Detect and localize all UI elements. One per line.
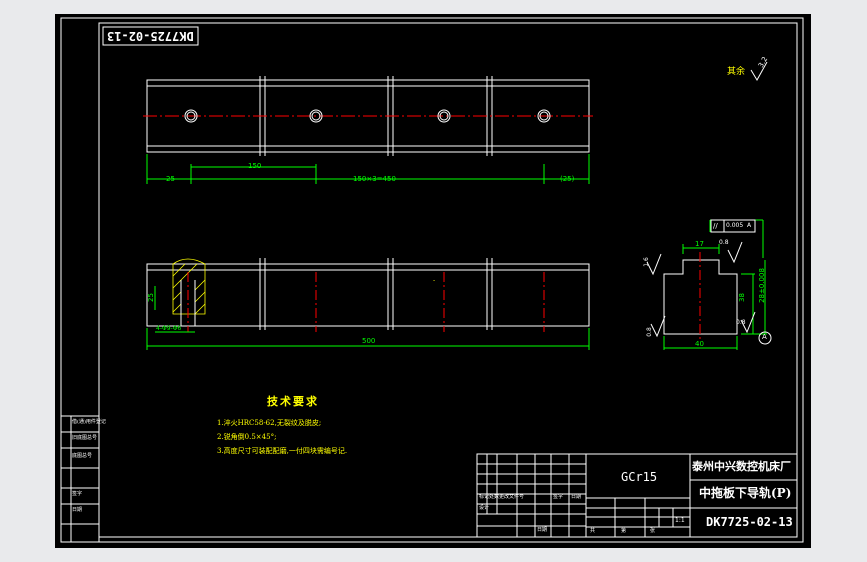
title-drawing-number: DK7725-02-13: [706, 515, 793, 529]
parallelism-symbol: //: [713, 222, 718, 230]
dim-left-25: 25: [166, 175, 175, 183]
dim-total-500: 500: [362, 337, 376, 345]
datum-label: A: [762, 333, 767, 341]
flatness-left: 0.8: [645, 327, 653, 337]
scale-value: 1:1: [675, 517, 685, 524]
strip-label-3: 底图总号: [72, 453, 93, 459]
window-top-band: [0, 0, 867, 14]
front-view-hatch: [172, 258, 206, 315]
front-view: [146, 263, 590, 327]
front-view-breaks: [259, 258, 493, 330]
dim-slot-17: 17: [695, 240, 704, 248]
strip-label-1: 借(通)用件登记: [72, 419, 106, 425]
tb-cell-count: 处数: [489, 494, 500, 500]
dim-pitch-chain: 150×3=450: [353, 175, 396, 183]
tb-cell-sign: 签字: [553, 494, 564, 500]
parallelism-datum: A: [747, 222, 752, 229]
part-name: 中拖板下导轨(P): [699, 486, 792, 500]
material: GCr15: [621, 470, 658, 484]
chamfer-right: 0.8: [719, 239, 729, 246]
company-name: 泰州中兴数控机床厂: [692, 460, 791, 473]
tech-note-3: 3.高度尺寸可装配配磨,一付四块需编号记.: [217, 447, 348, 455]
strip-label-4: 签字: [72, 491, 83, 497]
tech-notes-title: 技术要求: [267, 395, 319, 408]
cad-drawing-canvas[interactable]: DK7725-02-13 其余 3.2 25 150 150×3=450 (25…: [55, 14, 811, 548]
strip-label-5: 日期: [72, 507, 83, 513]
dim-height-25: 25: [146, 293, 155, 302]
tb-cell-sheets: 共: [590, 528, 596, 534]
roughness-label: 其余: [727, 67, 746, 77]
tech-note-2: 2.锐角倒0.5×45°;: [217, 433, 277, 441]
tb-cell-sheet-of: 第: [621, 528, 627, 534]
strip-label-2: 旧底图总号: [72, 435, 98, 441]
dim-pitch-150: 150: [248, 162, 262, 170]
tech-note-1: 1.淬火HRC58-62,无裂纹及脱皮;: [217, 419, 322, 427]
front-view-mark: -: [433, 277, 436, 284]
parallelism-value: 0.005: [726, 222, 744, 229]
flatness-right: 0.8: [736, 319, 746, 326]
tb-cell-design: 设计: [479, 505, 490, 511]
dim-width-40: 40: [695, 340, 704, 348]
chamfer-left: 1.6: [642, 257, 650, 267]
drawing-number-stamp: DK7725-02-13: [107, 29, 194, 43]
section-dim-lines: [663, 219, 767, 350]
tb-cell-batch: 日期: [537, 527, 548, 533]
front-view-centerlines: [187, 272, 545, 332]
dim-tolerance: 28±0.008: [757, 268, 766, 303]
dim-right-25: (25): [560, 175, 575, 183]
tb-cell-mark: 标记: [479, 494, 490, 500]
tb-cell-date: 日期: [571, 494, 582, 500]
dim-height-38: 38: [737, 293, 746, 302]
tb-cell-page: 张: [650, 528, 656, 534]
tb-cell-change: 更改文件号: [499, 494, 525, 500]
roughness-symbols: [646, 61, 768, 338]
dim-hole-spec: 4-Φ9-Φ6: [156, 325, 182, 332]
